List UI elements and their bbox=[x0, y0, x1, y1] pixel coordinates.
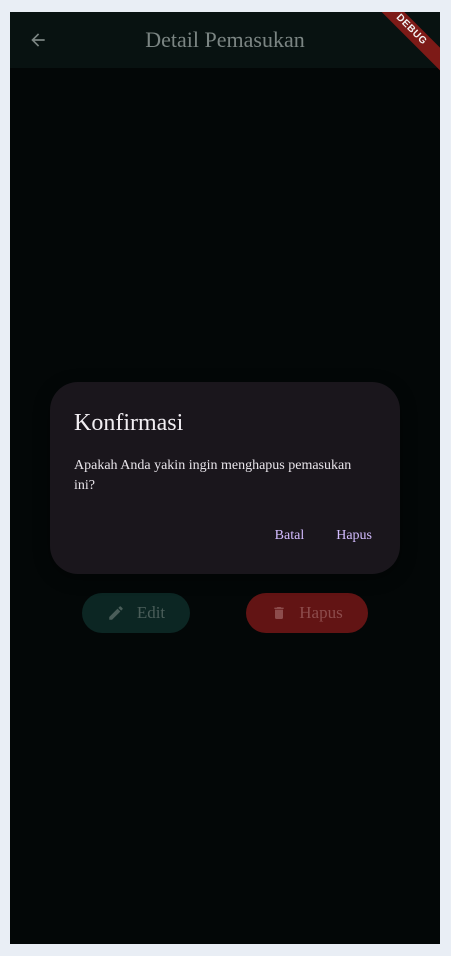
dialog-actions: Batal Hapus bbox=[271, 524, 376, 548]
delete-button-label: Hapus bbox=[299, 603, 343, 622]
confirm-dialog: Konfirmasi Apakah Anda yakin ingin mengh… bbox=[50, 382, 400, 574]
dialog-message: Apakah Anda yakin ingin menghapus pemasu… bbox=[74, 458, 352, 493]
app-bar: Detail Pemasukan bbox=[10, 12, 440, 68]
cancel-button[interactable]: Batal bbox=[271, 524, 309, 548]
delete-button[interactable]: Hapus bbox=[246, 593, 368, 633]
page-title: Detail Pemasukan bbox=[145, 27, 305, 52]
dialog-title: Konfirmasi bbox=[74, 410, 184, 436]
edit-button[interactable]: Edit bbox=[82, 593, 190, 633]
pencil-icon bbox=[109, 606, 123, 620]
edit-button-label: Edit bbox=[136, 603, 166, 622]
trash-icon bbox=[274, 607, 284, 619]
confirm-delete-button[interactable]: Hapus bbox=[332, 524, 376, 548]
phone-screen: Detail Pemasukan DEBUG Edit Hapus Konfir… bbox=[10, 12, 440, 944]
